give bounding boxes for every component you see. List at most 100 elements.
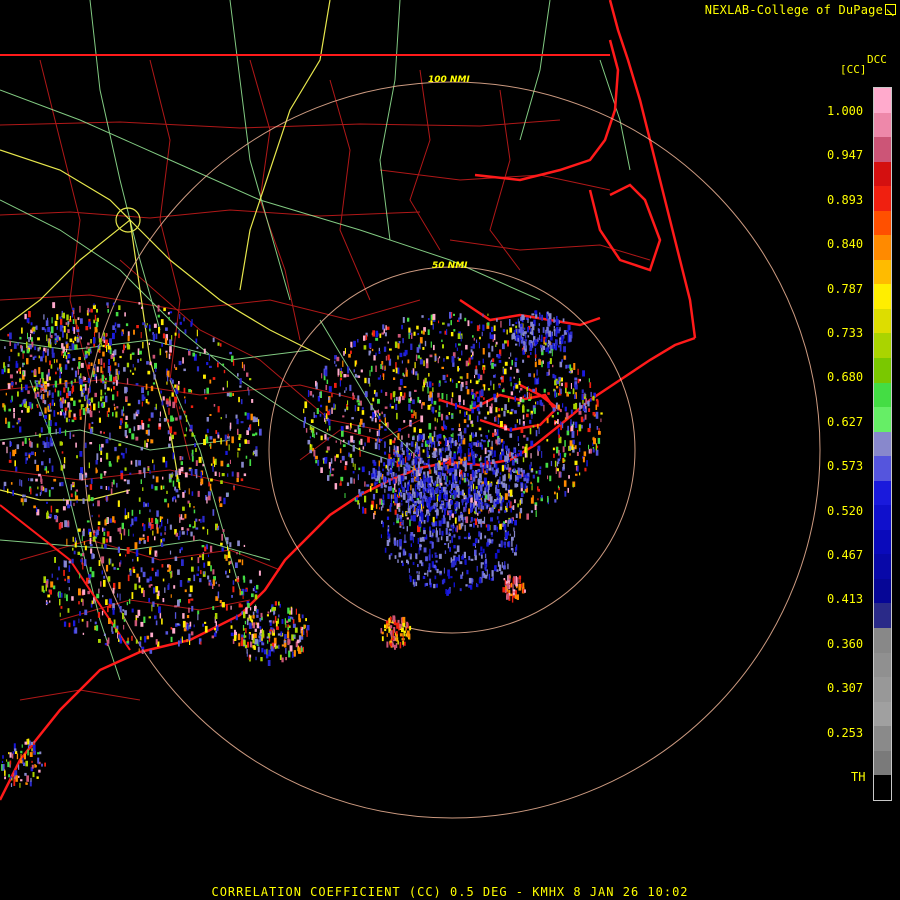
radar-echo-gate	[554, 499, 557, 503]
radar-echo-gate	[202, 515, 205, 523]
radar-echo-gate	[570, 422, 572, 426]
radar-echo-gate	[458, 460, 461, 465]
radar-echo-gate	[137, 609, 141, 616]
radar-echo-gate	[372, 493, 376, 500]
radar-echo-gate	[392, 462, 395, 467]
radar-echo-gate	[93, 337, 96, 344]
radar-echo-gate	[248, 390, 250, 396]
radar-echo-gate	[96, 453, 99, 460]
brand-text[interactable]: NEXLAB-College of DuPage	[705, 3, 883, 17]
radar-echo-gate	[527, 318, 529, 323]
radar-echo-gate	[43, 314, 45, 320]
radar-echo-gate	[67, 504, 71, 509]
radar-echo-gate	[287, 631, 290, 638]
radar-echo-gate	[460, 512, 463, 515]
radar-echo-gate	[7, 421, 11, 429]
radar-echo-gate	[495, 415, 497, 421]
radar-echo-gate	[309, 391, 313, 396]
radar-echo-gate	[416, 574, 420, 581]
radar-echo-gate	[53, 478, 57, 482]
radar-echo-gate	[67, 608, 70, 613]
radar-echo-gate	[433, 400, 437, 405]
radar-echo-gate	[169, 339, 172, 345]
radar-echo-gate	[82, 388, 85, 394]
radar-echo-gate	[362, 446, 365, 450]
radar-echo-gate	[168, 443, 171, 448]
radar-echo-gate	[204, 625, 208, 633]
radar-echo-gate	[102, 351, 105, 357]
radar-echo-gate	[523, 423, 525, 426]
radar-echo-gate	[448, 480, 451, 485]
radar-echo-gate	[105, 339, 108, 345]
radar-echo-gate	[107, 305, 109, 308]
radar-echo-gate	[560, 388, 562, 394]
radar-echo-gate	[44, 400, 47, 405]
radar-echo-gate	[229, 351, 232, 355]
radar-echo-gate	[117, 455, 120, 460]
radar-echo-gate	[189, 639, 191, 645]
radar-echo-gate	[64, 593, 66, 599]
radar-echo-gate	[256, 614, 259, 618]
radar-echo-gate	[505, 447, 508, 451]
radar-echo-gate	[396, 513, 399, 521]
radar-echo-gate	[537, 445, 541, 452]
radar-echo-gate	[554, 421, 557, 425]
radar-echo-gate	[170, 378, 173, 381]
radar-echo-gate	[422, 562, 424, 567]
radar-echo-gate	[160, 532, 163, 536]
radar-echo-gate	[225, 450, 228, 455]
radar-echo-gate	[564, 340, 566, 344]
radar-echo-gate	[344, 390, 346, 393]
external-link-icon[interactable]	[885, 4, 896, 15]
radar-echo-gate	[126, 547, 130, 554]
color-scale-tick-label: 0.893	[827, 192, 864, 207]
radar-echo-gate	[529, 347, 533, 351]
radar-echo-gate	[475, 506, 477, 513]
radar-echo-gate	[448, 528, 452, 531]
radar-echo-gate	[58, 522, 62, 530]
radar-echo-gate	[374, 482, 377, 485]
radar-echo-gate	[100, 581, 102, 587]
radar-echo-gate	[386, 633, 388, 637]
radar-echo-gate	[480, 456, 482, 460]
radar-echo-gate	[142, 487, 144, 491]
radar-echo-gate	[504, 340, 507, 344]
radar-echo-gate	[460, 474, 462, 480]
radar-echo-gate	[54, 339, 57, 344]
radar-echo-gate	[221, 533, 223, 541]
radar-echo-gate	[445, 416, 449, 420]
radar-echo-gate	[163, 307, 166, 312]
radar-echo-gate	[524, 452, 527, 458]
radar-echo-gate	[439, 570, 442, 574]
radar-echo-gate	[404, 641, 406, 646]
radar-echo-gate	[315, 432, 318, 435]
radar-echo-gate	[98, 410, 100, 413]
brand-label[interactable]: NEXLAB-College of DuPage	[705, 3, 896, 17]
radar-echo-gate	[429, 578, 432, 585]
radar-echo-gate	[509, 411, 513, 415]
radar-echo-gate	[147, 424, 150, 428]
radar-echo-gate	[484, 498, 487, 503]
radar-echo-gate	[36, 776, 39, 779]
radar-echo-gate	[68, 565, 71, 572]
radar-echo-gate	[47, 594, 51, 598]
radar-echo-gate	[115, 628, 118, 633]
radar-echo-gate	[394, 341, 398, 348]
radar-echo-gate	[398, 396, 401, 402]
radar-echo-gate	[12, 490, 14, 496]
radar-echo-gate	[195, 338, 198, 343]
radar-echo-gate	[435, 560, 438, 563]
radar-echo-gate	[214, 627, 216, 631]
radar-echo-gate	[47, 391, 49, 398]
radar-echo-gate	[454, 551, 457, 554]
radar-echo-gate	[206, 428, 209, 433]
radar-echo-gate	[457, 319, 459, 322]
radar-echo-gate	[336, 454, 339, 458]
radar-echo-gate	[330, 458, 333, 464]
radar-echo-gate	[49, 513, 52, 518]
radar-echo-gate	[498, 438, 500, 442]
radar-echo-gate	[441, 413, 444, 421]
radar-echo-gate	[189, 621, 192, 627]
radar-echo-gate	[553, 453, 555, 458]
radar-echo-gate	[30, 322, 33, 326]
